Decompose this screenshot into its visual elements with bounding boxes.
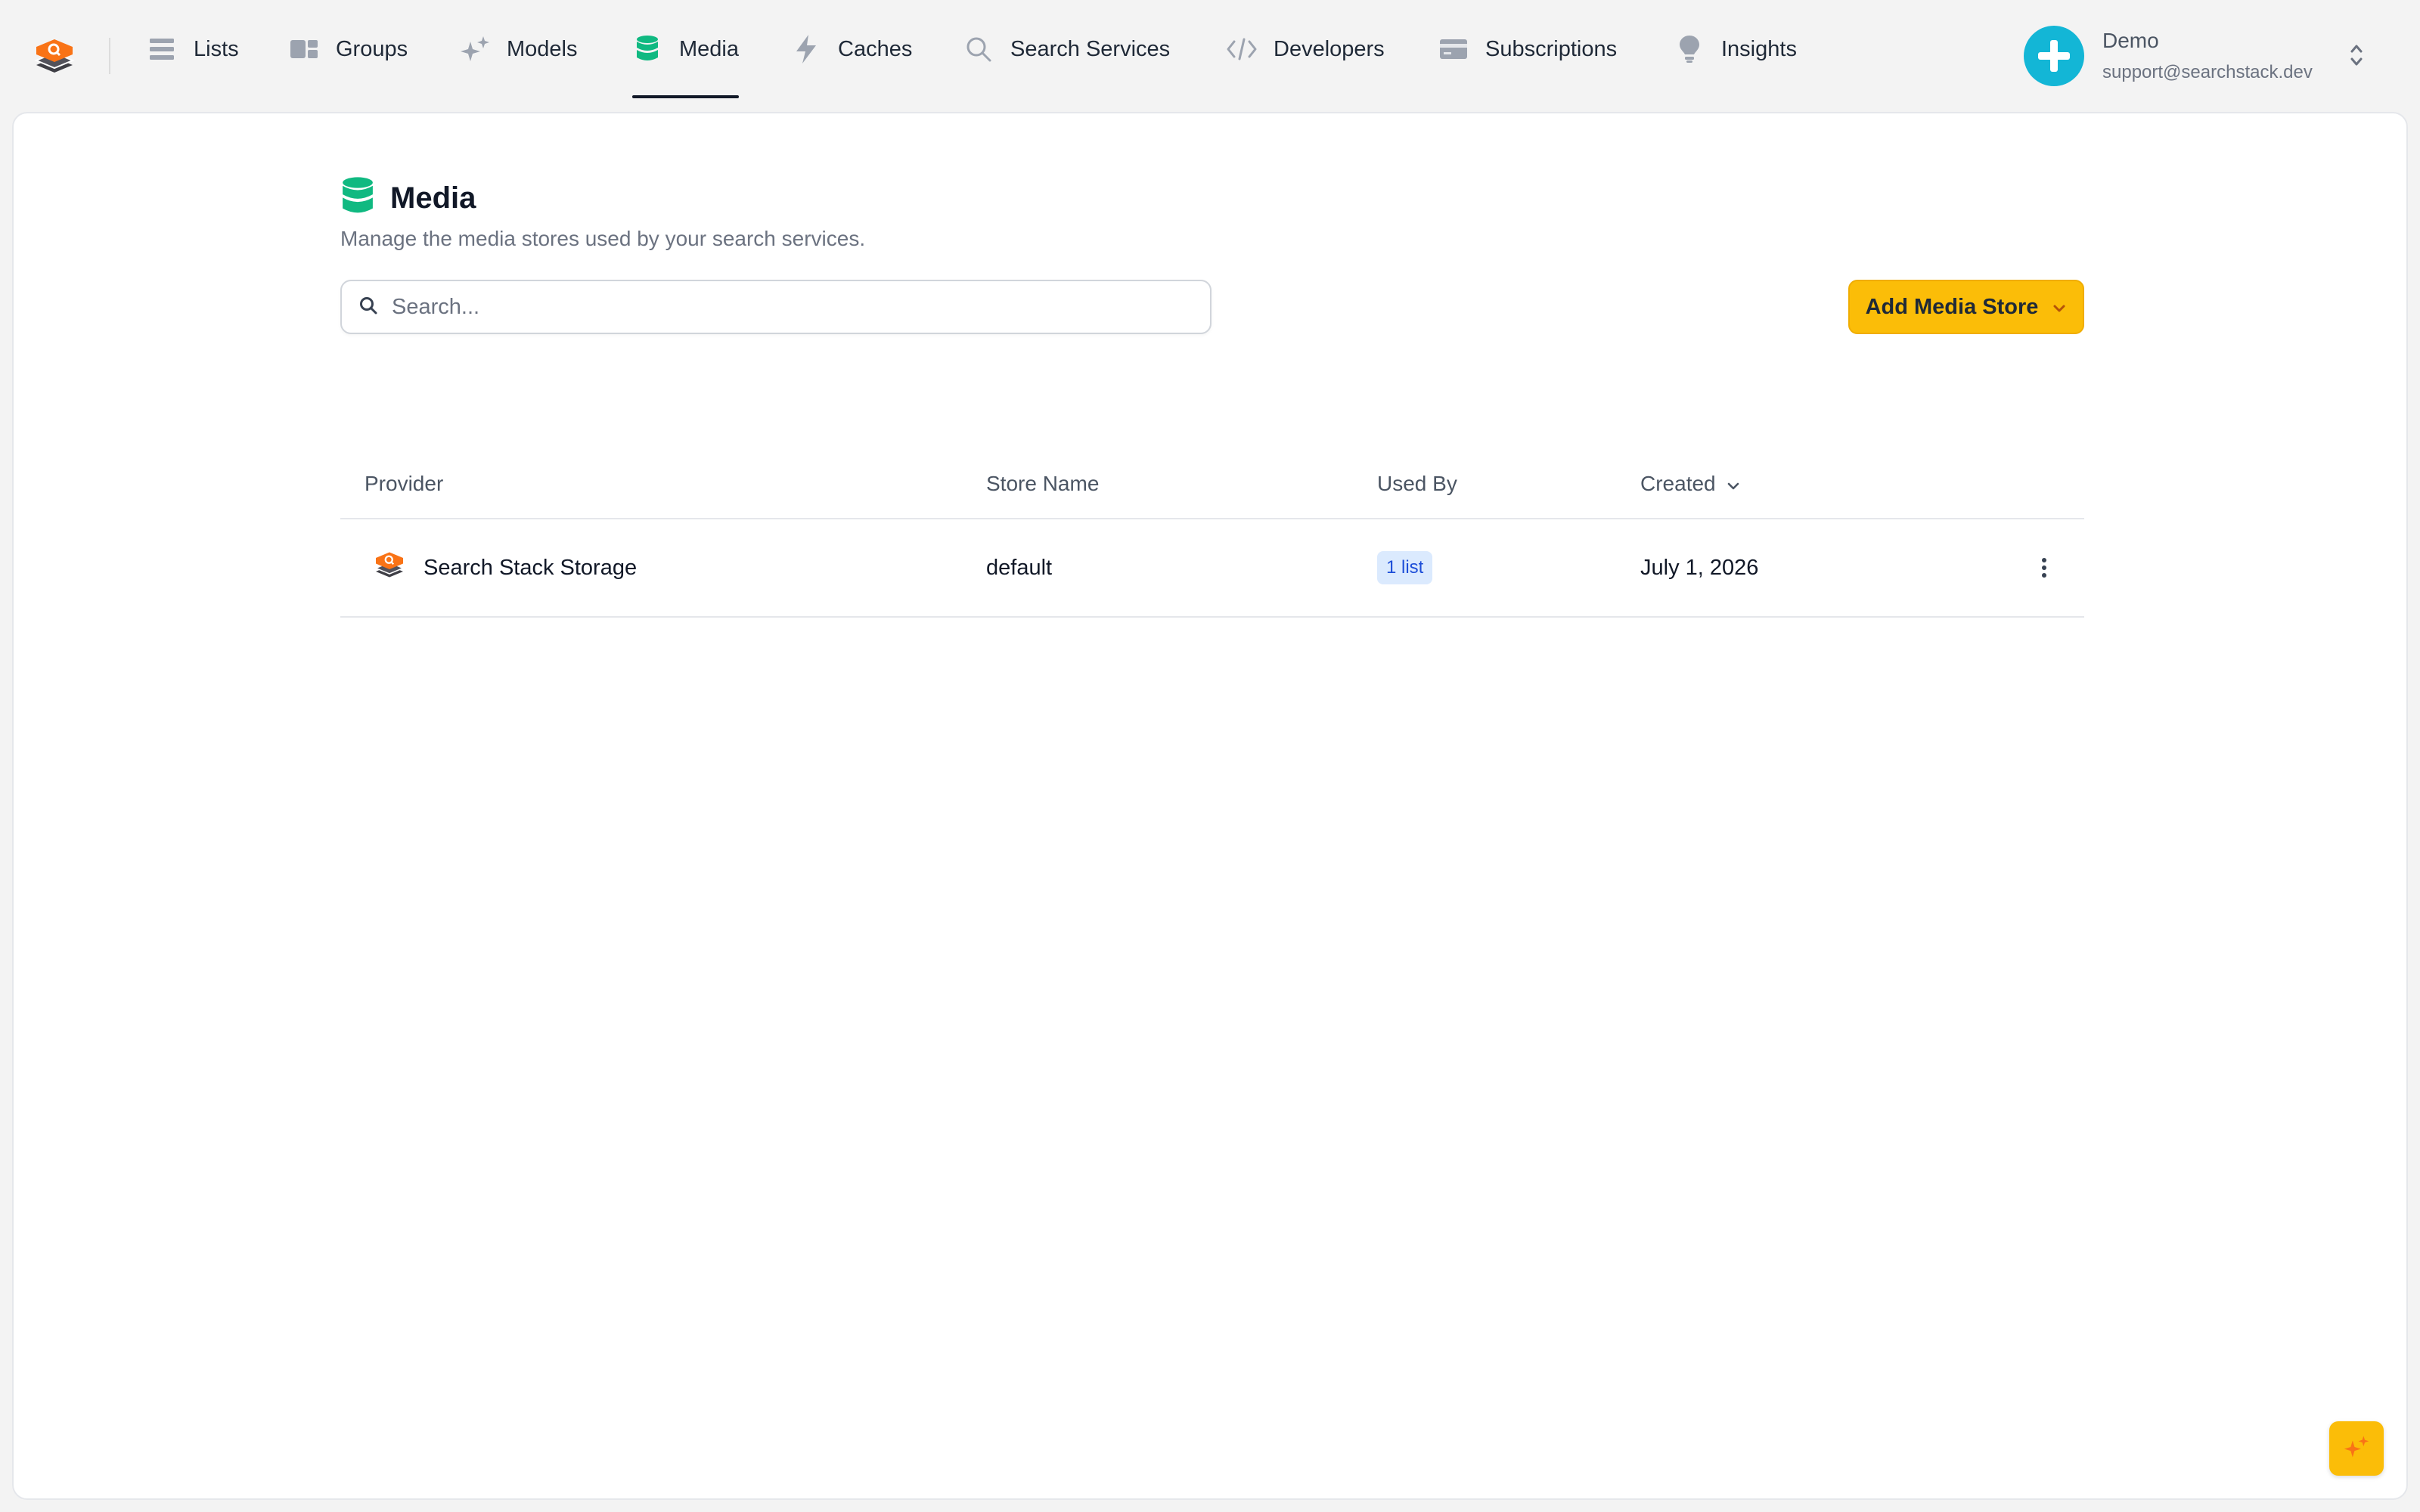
nav-item-models[interactable]: Models bbox=[460, 0, 578, 98]
add-media-store-label: Add Media Store bbox=[1865, 294, 2039, 319]
page-header: Media bbox=[340, 175, 2084, 221]
sparkles-icon bbox=[2344, 1434, 2369, 1464]
account-name: Demo bbox=[2102, 29, 2159, 52]
account-switcher[interactable]: Demo support@searchstack.dev bbox=[2024, 24, 2363, 88]
used-by-badge[interactable]: 1 list bbox=[1377, 551, 1433, 584]
nav-label-subscriptions: Subscriptions bbox=[1485, 36, 1618, 61]
plus-icon bbox=[2038, 40, 2070, 72]
store-name-cell: default bbox=[986, 519, 1377, 618]
lightbulb-icon bbox=[1674, 34, 1705, 64]
table-header-row: Provider Store Name Used By Created bbox=[340, 449, 2084, 519]
toolbar: Add Media Store bbox=[340, 280, 2084, 334]
search-box[interactable] bbox=[340, 280, 1212, 334]
media-page: Media Manage the media stores used by yo… bbox=[340, 175, 2084, 618]
search-icon bbox=[963, 34, 994, 64]
provider-name: Search Stack Storage bbox=[424, 555, 638, 580]
used-by-cell: 1 list bbox=[1377, 519, 1640, 618]
search-icon bbox=[358, 296, 378, 319]
main-panel: Media Manage the media stores used by yo… bbox=[12, 112, 2408, 1500]
nav-divider bbox=[109, 38, 110, 74]
nav-item-caches[interactable]: Caches bbox=[791, 0, 912, 98]
list-icon bbox=[147, 34, 177, 64]
created-cell: July 1, 2026 bbox=[1640, 519, 2003, 618]
table-row[interactable]: Search Stack Storage default 1 list July… bbox=[340, 519, 2084, 618]
nav-item-groups[interactable]: Groups bbox=[289, 0, 408, 98]
nav-item-developers[interactable]: Developers bbox=[1227, 0, 1385, 98]
nav-item-insights[interactable]: Insights bbox=[1674, 0, 1797, 98]
nav-label-insights: Insights bbox=[1721, 36, 1797, 61]
code-icon bbox=[1227, 34, 1257, 64]
searchstack-logo-icon[interactable] bbox=[33, 35, 76, 77]
add-media-store-button[interactable]: Add Media Store bbox=[1848, 280, 2084, 334]
bolt-icon bbox=[791, 34, 821, 64]
nav-label-lists: Lists bbox=[194, 36, 239, 61]
chevron-down-icon bbox=[2052, 295, 2067, 320]
avatar bbox=[2024, 26, 2084, 86]
groups-icon bbox=[289, 34, 319, 64]
actions-cell bbox=[2003, 519, 2084, 618]
column-header-used-by[interactable]: Used By bbox=[1377, 449, 1640, 519]
nav-label-media: Media bbox=[679, 36, 739, 61]
search-input[interactable] bbox=[392, 294, 1178, 320]
sort-chevron-down-icon bbox=[1727, 472, 1740, 496]
media-stores-table: Provider Store Name Used By Created Sear… bbox=[340, 449, 2084, 618]
account-email: support@searchstack.dev bbox=[2102, 62, 2313, 82]
page-title: Media bbox=[390, 181, 476, 215]
column-header-created[interactable]: Created bbox=[1640, 449, 2003, 519]
chevron-up-down-icon[interactable] bbox=[2349, 42, 2364, 72]
more-actions-icon[interactable] bbox=[2003, 556, 2084, 579]
column-header-actions bbox=[2003, 449, 2084, 519]
nav-item-lists[interactable]: Lists bbox=[147, 0, 239, 98]
nav-item-search-services[interactable]: Search Services bbox=[963, 0, 1170, 98]
database-icon bbox=[632, 34, 662, 64]
nav-label-search-services: Search Services bbox=[1010, 36, 1171, 61]
nav-label-groups: Groups bbox=[336, 36, 408, 61]
searchstack-storage-icon bbox=[374, 549, 405, 587]
ai-assistant-button[interactable] bbox=[2329, 1421, 2384, 1476]
page-subtitle: Manage the media stores used by your sea… bbox=[340, 227, 866, 250]
sparkles-icon bbox=[460, 34, 490, 64]
nav-label-models: Models bbox=[507, 36, 578, 61]
column-header-created-label: Created bbox=[1640, 471, 1716, 495]
column-header-store-name[interactable]: Store Name bbox=[986, 449, 1377, 519]
nav-item-subscriptions[interactable]: Subscriptions bbox=[1438, 0, 1617, 98]
nav-label-caches: Caches bbox=[838, 36, 913, 61]
database-icon bbox=[340, 176, 375, 221]
provider-cell: Search Stack Storage bbox=[340, 519, 986, 618]
credit-card-icon bbox=[1438, 34, 1469, 64]
column-header-provider[interactable]: Provider bbox=[340, 449, 986, 519]
top-navigation: Lists Groups Models Media Caches Search … bbox=[0, 0, 2420, 110]
nav-label-developers: Developers bbox=[1274, 36, 1385, 61]
nav-item-media[interactable]: Media bbox=[632, 0, 739, 98]
